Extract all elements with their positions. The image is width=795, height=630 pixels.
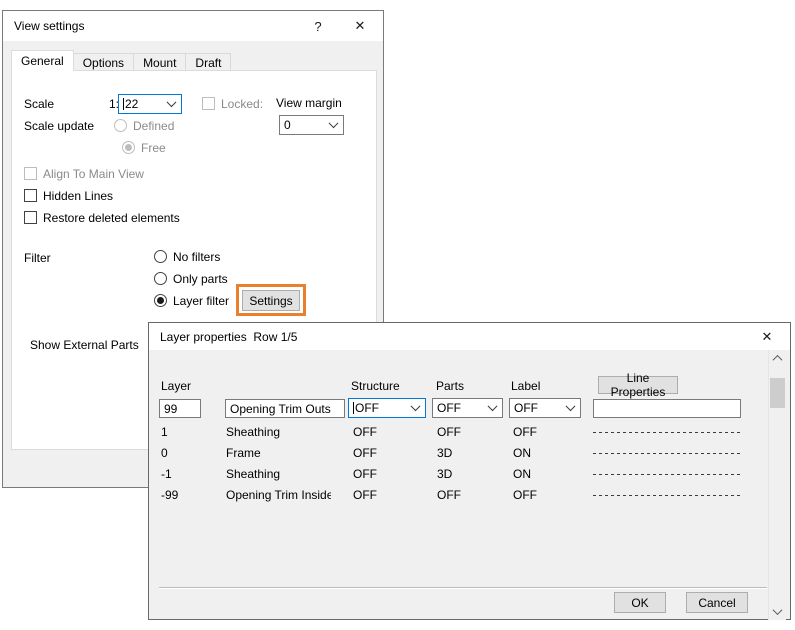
- layer-number-input[interactable]: 99: [159, 399, 201, 418]
- chevron-down-icon: [773, 605, 783, 615]
- line-style-preview: [593, 432, 741, 433]
- table-row[interactable]: 1 Sheathing OFF OFF OFF: [149, 422, 769, 443]
- defined-radio[interactable]: [114, 119, 127, 132]
- view-settings-tabs: General Options Mount Draft: [11, 50, 231, 71]
- line-properties-button[interactable]: Line Properties: [598, 376, 678, 394]
- layer-filter-radio[interactable]: [154, 294, 167, 307]
- annotation-highlight: [236, 284, 306, 316]
- scale-combobox[interactable]: 22: [118, 94, 182, 114]
- layer-filter-label: Layer filter: [173, 294, 229, 308]
- defined-radio-label: Defined: [133, 119, 174, 133]
- row-parts: OFF: [437, 425, 461, 439]
- row-name: Frame: [226, 446, 331, 460]
- align-to-main-view-checkbox[interactable]: [24, 167, 37, 180]
- no-filters-label: No filters: [173, 250, 220, 264]
- only-parts-label: Only parts: [173, 272, 228, 286]
- row-structure: OFF: [353, 488, 377, 502]
- tab-general[interactable]: General: [11, 50, 74, 71]
- chevron-down-icon: [488, 401, 498, 411]
- column-header-label: Label: [511, 379, 540, 393]
- scrollbar-thumb[interactable]: [770, 378, 785, 408]
- column-header-parts: Parts: [436, 379, 464, 393]
- free-radio[interactable]: [122, 141, 135, 154]
- line-style-preview: [593, 474, 741, 475]
- line-style-preview: [593, 495, 741, 496]
- only-parts-radio[interactable]: [154, 272, 167, 285]
- row-parts: 3D: [437, 446, 452, 460]
- close-icon[interactable]: ✕: [337, 11, 383, 41]
- ok-button[interactable]: OK: [614, 592, 666, 613]
- restore-deleted-elements-label: Restore deleted elements: [43, 211, 180, 225]
- show-external-parts-label: Show External Parts: [30, 338, 139, 352]
- align-to-main-view-label: Align To Main View: [43, 167, 144, 181]
- row-layer: 0: [161, 446, 168, 460]
- tab-mount[interactable]: Mount: [133, 53, 186, 71]
- row-label: ON: [513, 446, 531, 460]
- row-parts: OFF: [437, 488, 461, 502]
- cancel-button[interactable]: Cancel: [686, 592, 748, 613]
- structure-combobox[interactable]: OFF: [348, 398, 426, 418]
- text-caret: [123, 98, 124, 110]
- close-icon[interactable]: ✕: [744, 323, 790, 350]
- layer-properties-titlebar: Layer properties Row 1/5 ✕: [149, 323, 790, 350]
- locked-label: Locked:: [221, 97, 263, 111]
- locked-checkbox[interactable]: [202, 97, 215, 110]
- row-layer: -99: [161, 488, 178, 502]
- row-structure: OFF: [353, 425, 377, 439]
- table-row[interactable]: 0 Frame OFF 3D ON: [149, 443, 769, 464]
- scale-update-label: Scale update: [24, 119, 94, 133]
- row-label: ON: [513, 467, 531, 481]
- table-row[interactable]: -1 Sheathing OFF 3D ON: [149, 464, 769, 485]
- table-row[interactable]: -99 Opening Trim Inside OFF OFF OFF: [149, 485, 769, 506]
- text-caret: [353, 402, 354, 414]
- row-structure: OFF: [353, 446, 377, 460]
- parts-combobox[interactable]: OFF: [432, 398, 503, 418]
- scroll-down-button[interactable]: [769, 603, 786, 620]
- view-settings-title: View settings: [3, 19, 299, 33]
- restore-deleted-elements-checkbox[interactable]: [24, 211, 37, 224]
- scale-label: Scale: [24, 97, 54, 111]
- help-icon[interactable]: ?: [299, 11, 337, 41]
- vertical-scrollbar[interactable]: [768, 350, 786, 620]
- row-name: Sheathing: [226, 467, 331, 481]
- tab-options[interactable]: Options: [73, 53, 134, 71]
- line-style-preview: [593, 453, 741, 454]
- row-name: Sheathing: [226, 425, 331, 439]
- free-radio-label: Free: [141, 141, 166, 155]
- filter-label: Filter: [24, 251, 51, 265]
- chevron-down-icon: [411, 401, 421, 411]
- hidden-lines-label: Hidden Lines: [43, 189, 113, 203]
- row-parts: 3D: [437, 467, 452, 481]
- view-settings-titlebar: View settings ? ✕: [3, 11, 383, 41]
- label-combobox[interactable]: OFF: [509, 398, 581, 418]
- tab-draft[interactable]: Draft: [185, 53, 231, 71]
- scroll-up-button[interactable]: [769, 350, 786, 367]
- view-margin-label: View margin: [276, 96, 342, 110]
- chevron-up-icon: [773, 355, 783, 365]
- layer-properties-dialog: Layer properties Row 1/5 ✕ Layer Structu…: [148, 322, 791, 620]
- line-properties-input[interactable]: [593, 399, 741, 418]
- chevron-down-icon: [566, 401, 576, 411]
- row-name: Opening Trim Inside: [226, 488, 331, 502]
- row-structure: OFF: [353, 467, 377, 481]
- chevron-down-icon: [329, 118, 339, 128]
- row-layer: -1: [161, 467, 172, 481]
- layer-properties-title: Layer properties Row 1/5: [149, 330, 744, 344]
- hidden-lines-checkbox[interactable]: [24, 189, 37, 202]
- chevron-down-icon: [167, 97, 177, 107]
- divider: [159, 587, 767, 589]
- desktop-background: View settings ? ✕ General Options Mount …: [0, 0, 795, 630]
- view-margin-combobox[interactable]: 0: [279, 115, 344, 135]
- column-header-layer: Layer: [161, 379, 191, 393]
- layer-name-input[interactable]: Opening Trim Outs: [225, 399, 345, 418]
- row-label: OFF: [513, 425, 537, 439]
- no-filters-radio[interactable]: [154, 250, 167, 263]
- row-layer: 1: [161, 425, 168, 439]
- row-label: OFF: [513, 488, 537, 502]
- column-header-structure: Structure: [351, 379, 400, 393]
